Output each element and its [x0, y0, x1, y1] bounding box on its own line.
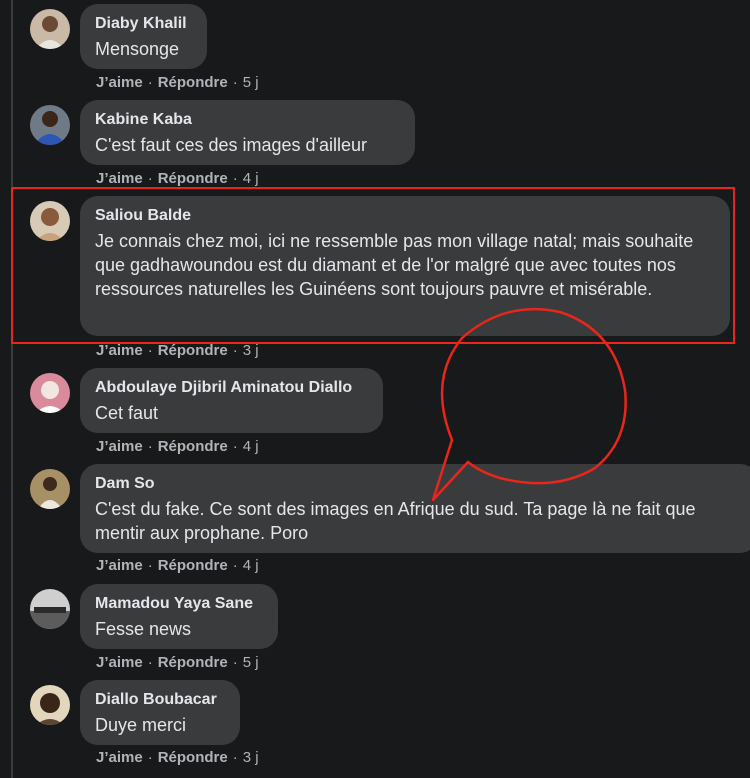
avatar[interactable] [30, 685, 70, 725]
avatar-image-icon [30, 373, 70, 413]
avatar-image-icon [30, 589, 70, 629]
comment-time[interactable]: 5 j [243, 654, 259, 671]
highlight-annotation [11, 187, 735, 344]
reply-button[interactable]: Répondre [158, 654, 228, 671]
comment-time[interactable]: 3 j [243, 342, 259, 359]
comment-bubble: Abdoulaye Djibril Aminatou Diallo Cet fa… [80, 368, 383, 433]
avatar-image-icon [30, 469, 70, 509]
comment-actions: J’aime · Répondre · 4 j [96, 438, 259, 455]
avatar[interactable] [30, 105, 70, 145]
comment-author[interactable]: Diallo Boubacar [95, 690, 225, 710]
comment-time[interactable]: 4 j [243, 438, 259, 455]
comment-text: Fesse news [95, 619, 192, 639]
comment-actions: J’aime · Répondre · 4 j [96, 557, 259, 574]
comment-author[interactable]: Abdoulaye Djibril Aminatou Diallo [95, 378, 368, 398]
like-button[interactable]: J’aime [96, 654, 143, 671]
comment-text: Cet faut [95, 403, 159, 423]
comment-time[interactable]: 5 j [243, 74, 259, 91]
like-button[interactable]: J’aime [96, 557, 143, 574]
comment-text: C'est du fake. Ce sont des images en Afr… [95, 499, 696, 543]
avatar[interactable] [30, 589, 70, 629]
comment-bubble: Dam So C'est du fake. Ce sont des images… [80, 464, 750, 553]
avatar[interactable] [30, 469, 70, 509]
avatar-image-icon [30, 685, 70, 725]
comment-author[interactable]: Kabine Kaba [95, 110, 400, 130]
reply-button[interactable]: Répondre [158, 749, 228, 766]
comment-bubble: Mamadou Yaya Sane Fesse news [80, 584, 278, 649]
comment-time[interactable]: 4 j [243, 170, 259, 187]
like-button[interactable]: J’aime [96, 74, 143, 91]
comment-author[interactable]: Mamadou Yaya Sane [95, 594, 263, 614]
avatar[interactable] [30, 9, 70, 49]
comment-text: Mensonge [95, 39, 180, 59]
reply-button[interactable]: Répondre [158, 170, 228, 187]
avatar[interactable] [30, 373, 70, 413]
reply-button[interactable]: Répondre [158, 74, 228, 91]
comment-actions: J’aime · Répondre · 3 j [96, 342, 259, 359]
like-button[interactable]: J’aime [96, 170, 143, 187]
comment-actions: J’aime · Répondre · 5 j [96, 74, 259, 91]
comment-bubble: Kabine Kaba C'est faut ces des images d'… [80, 100, 415, 165]
comment-time[interactable]: 4 j [243, 557, 259, 574]
thread-line [11, 0, 13, 778]
reply-button[interactable]: Répondre [158, 557, 228, 574]
comment-time[interactable]: 3 j [243, 749, 259, 766]
comment-author[interactable]: Diaby Khalil [95, 14, 192, 34]
comment-text: Duye merci [95, 715, 187, 735]
comment-actions: J’aime · Répondre · 5 j [96, 654, 259, 671]
comment-bubble: Diaby Khalil Mensonge [80, 4, 207, 69]
like-button[interactable]: J’aime [96, 342, 143, 359]
reply-button[interactable]: Répondre [158, 342, 228, 359]
comment-text: C'est faut ces des images d'ailleur [95, 135, 368, 155]
like-button[interactable]: J’aime [96, 749, 143, 766]
comment-actions: J’aime · Répondre · 4 j [96, 170, 259, 187]
avatar-image-icon [30, 105, 70, 145]
comment-actions: J’aime · Répondre · 3 j [96, 749, 259, 766]
avatar-image-icon [30, 9, 70, 49]
reply-button[interactable]: Répondre [158, 438, 228, 455]
comment-bubble: Diallo Boubacar Duye merci [80, 680, 240, 745]
comment-author[interactable]: Dam So [95, 474, 743, 494]
like-button[interactable]: J’aime [96, 438, 143, 455]
